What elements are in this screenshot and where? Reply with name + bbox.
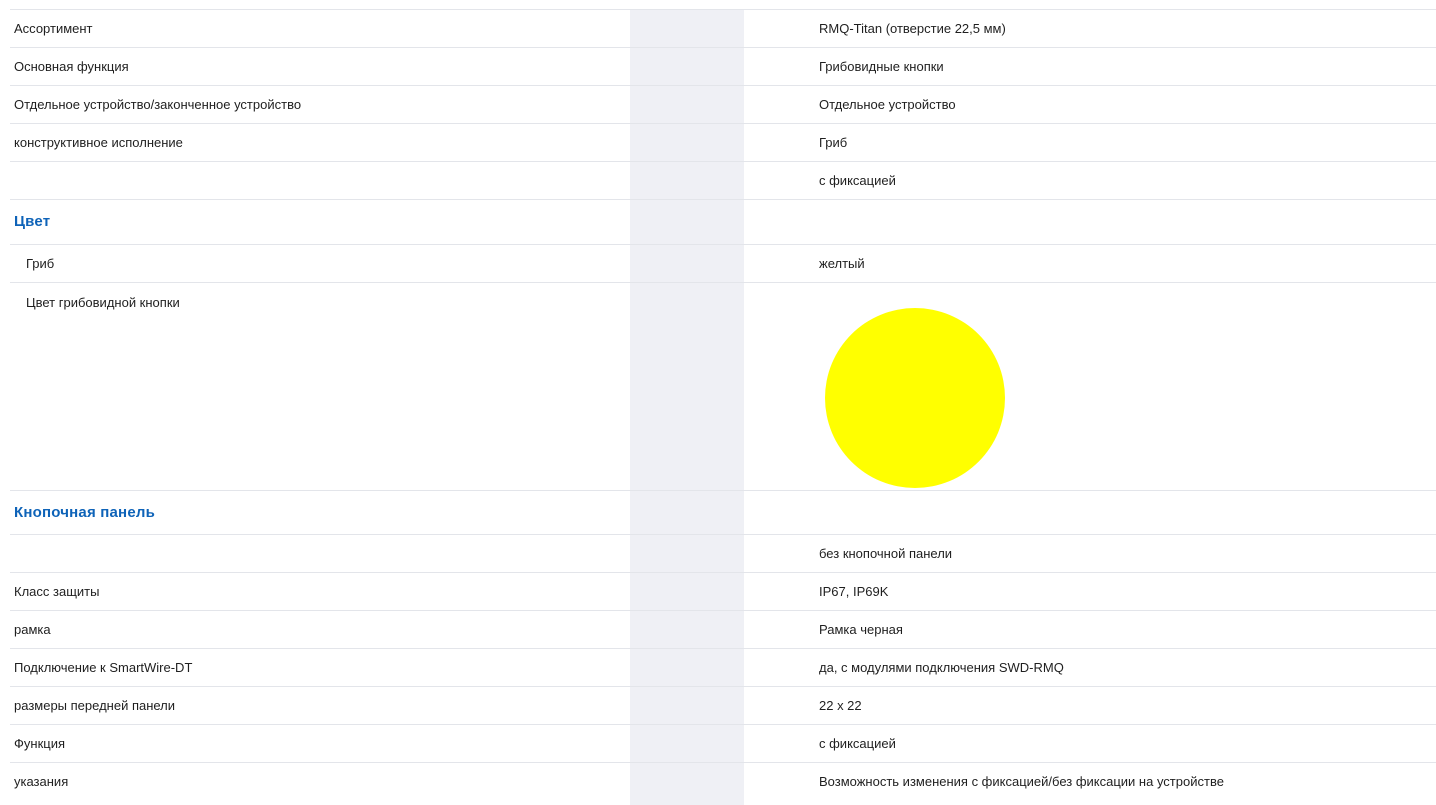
section-title: Цвет [14,213,51,230]
spec-row-notes: указания Возможность изменения с фиксаци… [10,763,1436,799]
spec-value: да, с модулями подключения SWD-RMQ [819,660,1064,675]
spec-row-mushroom-color: Гриб желтый [10,245,1436,283]
spec-value: с фиксацией [819,736,896,751]
spec-value: Возможность изменения с фиксацией/без фи… [819,774,1224,789]
spec-label: Цвет грибовидной кнопки [26,295,180,310]
spec-value: RMQ-Titan (отверстие 22,5 мм) [819,21,1006,36]
spec-row-main-function: Основная функция Грибовидные кнопки [10,48,1436,86]
spec-label: Ассортимент [14,21,93,36]
spec-value: Гриб [819,135,848,150]
spec-row-front-dimensions: размеры передней панели 22 x 22 [10,687,1436,725]
spec-label: указания [14,774,69,789]
spec-row-smartwire: Подключение к SmartWire-DT да, с модулям… [10,649,1436,687]
spec-label: Гриб [26,256,55,271]
spec-row-color-swatch: Цвет грибовидной кнопки [10,283,1436,491]
spec-label: Отдельное устройство/законченное устройс… [14,97,302,112]
spec-row-design-latching: с фиксацией [10,162,1436,200]
spec-value: Рамка черная [819,622,903,637]
spec-label: Класс защиты [14,584,100,599]
spec-row-assortment: Ассортимент RMQ-Titan (отверстие 22,5 мм… [10,10,1436,48]
spec-value: IP67, IP69K [819,584,889,599]
spec-label: размеры передней панели [14,698,176,713]
spec-table: Ассортимент RMQ-Titan (отверстие 22,5 мм… [10,10,1436,799]
spec-row-button-plate: без кнопочной панели [10,535,1436,573]
datasheet-page: Ассортимент RMQ-Titan (отверстие 22,5 мм… [0,0,1436,805]
spec-label: конструктивное исполнение [14,135,183,150]
section-heading-color: Цвет [10,200,1436,245]
spec-row-protection-class: Класс защиты IP67, IP69K [10,573,1436,611]
spec-label: Функция [14,736,65,751]
spec-row-function: Функция с фиксацией [10,725,1436,763]
spec-value: 22 x 22 [819,698,862,713]
spec-value: желтый [819,256,865,271]
previous-section-fragment [10,0,1436,10]
spec-label: Подключение к SmartWire-DT [14,660,193,675]
spec-row-bezel: рамка Рамка черная [10,611,1436,649]
spec-value: Грибовидные кнопки [819,59,944,74]
spec-row-device-type: Отдельное устройство/законченное устройс… [10,86,1436,124]
color-swatch-circle [825,308,1005,488]
spec-value: с фиксацией [819,173,896,188]
section-title: Кнопочная панель [14,504,156,521]
spec-row-design: конструктивное исполнение Гриб [10,124,1436,162]
section-heading-button-plate: Кнопочная панель [10,491,1436,535]
spec-value: Отдельное устройство [819,97,956,112]
spec-label: Основная функция [14,59,129,74]
spec-label: рамка [14,622,51,637]
spec-value: без кнопочной панели [819,546,953,561]
